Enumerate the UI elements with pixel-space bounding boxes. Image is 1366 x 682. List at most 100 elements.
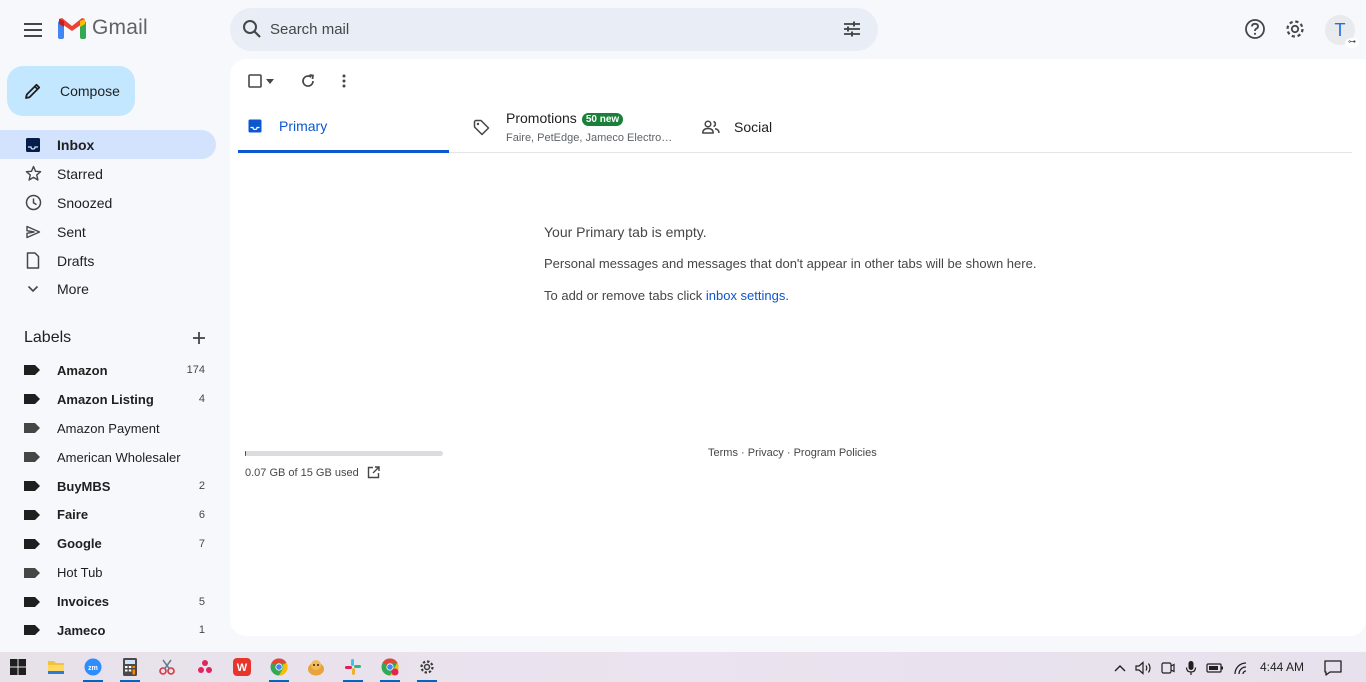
taskbar-wps-office[interactable]: W (231, 656, 253, 678)
search-icon[interactable] (242, 19, 262, 39)
sidebar-item-starred[interactable]: Starred (0, 159, 216, 188)
label-name: BuyMBS (57, 478, 111, 494)
label-item-hot-tub[interactable]: Hot Tub (0, 558, 216, 587)
empty-state: Your Primary tab is empty. Personal mess… (544, 224, 1104, 303)
label-item-amazon-listing[interactable]: Amazon Listing 4 (0, 385, 216, 414)
top-bar: Gmail T ⊶ (0, 0, 1366, 58)
microphone-icon (1185, 661, 1197, 675)
wps-office-icon: W (233, 658, 251, 676)
terms-link[interactable]: Terms (708, 447, 738, 459)
sidebar-item-snoozed[interactable]: Snoozed (0, 188, 216, 217)
label-item-faire[interactable]: Faire 6 (0, 500, 216, 529)
notifications-button[interactable] (1323, 659, 1343, 677)
tab-promotions[interactable]: Promotions 50 new Faire, PetEdge, Jameco … (471, 101, 681, 153)
search-input[interactable] (270, 8, 830, 51)
main-menu-button[interactable] (18, 15, 48, 45)
label-name: American Wholesaler (57, 449, 181, 465)
tab-label: Promotions (506, 110, 577, 126)
battery-icon (1206, 663, 1223, 673)
storage-progress-fill (245, 451, 246, 456)
chrome-profile-icon (381, 658, 399, 676)
label-count: 2 (198, 480, 205, 492)
footer-separator: · (737, 447, 748, 459)
add-label-icon[interactable] (192, 331, 206, 345)
label-item-amazon-payment[interactable]: Amazon Payment (0, 414, 216, 443)
camera-icon (1161, 662, 1175, 674)
label-item-invoices[interactable]: Invoices 5 (0, 587, 216, 616)
label-tag-icon (24, 538, 40, 549)
tab-primary[interactable]: Primary (238, 101, 449, 153)
chevron-up-icon (1114, 664, 1126, 671)
label-count: 4 (198, 393, 205, 406)
label-item-google[interactable]: Google 7 (0, 529, 216, 558)
microphone-status[interactable] (1182, 659, 1200, 677)
avatar-badge-icon: ⊶ (1345, 38, 1359, 48)
camera-status[interactable] (1159, 659, 1177, 677)
taskbar-settings[interactable] (416, 656, 438, 682)
start-button[interactable] (7, 656, 29, 678)
sidebar-item-label: Inbox (57, 136, 95, 153)
sidebar-item-drafts[interactable]: Drafts (0, 246, 216, 275)
red-app-icon (198, 660, 212, 673)
checkbox-icon (248, 74, 262, 88)
calculator-icon (123, 658, 137, 676)
taskbar-slack[interactable] (342, 656, 364, 682)
volume-button[interactable] (1134, 659, 1154, 677)
search-bar[interactable] (230, 8, 878, 51)
label-name: Google (57, 536, 102, 552)
settings-gear-icon[interactable] (1284, 18, 1306, 40)
select-options-dropdown[interactable] (263, 70, 277, 92)
taskbar-snipping-tool[interactable] (156, 656, 178, 678)
taskbar-app-red[interactable] (194, 656, 216, 678)
tab-social[interactable]: Social (700, 101, 900, 153)
taskbar-file-explorer[interactable] (45, 656, 67, 678)
windows-taskbar: zm W 4:44 AM (0, 652, 1366, 682)
account-avatar[interactable]: T ⊶ (1325, 15, 1359, 48)
label-item-amazon[interactable]: Amazon 174 (0, 356, 216, 385)
settings-app-icon (420, 660, 434, 674)
refresh-button[interactable] (297, 70, 319, 92)
label-item-buymbs[interactable]: BuyMBS 2 (0, 472, 216, 501)
help-icon[interactable] (1244, 18, 1266, 40)
privacy-link[interactable]: Privacy (748, 447, 784, 459)
battery-status[interactable] (1205, 659, 1225, 677)
taskbar-chrome[interactable] (268, 656, 290, 682)
sidebar-item-inbox[interactable]: Inbox (0, 130, 216, 159)
gmail-logo-text: Gmail (92, 16, 148, 39)
label-item-jameco[interactable]: Jameco 1 (0, 616, 216, 645)
taskbar-app-mascot[interactable] (305, 656, 327, 678)
program-policies-link[interactable]: Program Policies (794, 447, 877, 459)
open-in-new-icon[interactable] (367, 466, 380, 479)
more-actions-button[interactable] (333, 70, 355, 92)
compose-button[interactable]: Compose (7, 66, 135, 116)
taskbar-clock[interactable]: 4:44 AM (1260, 660, 1304, 674)
refresh-icon (302, 74, 314, 87)
taskbar-calculator[interactable] (119, 656, 141, 682)
avatar-letter: T (1334, 19, 1346, 40)
label-count: 174 (186, 364, 205, 377)
footer-separator: · (783, 447, 794, 459)
inbox-settings-link[interactable]: inbox settings (706, 288, 786, 303)
storage-text: 0.07 GB of 15 GB used (245, 466, 359, 479)
label-item-american-wholesaler[interactable]: American Wholesaler (0, 443, 216, 472)
taskbar-chrome-profile[interactable] (379, 656, 401, 682)
taskbar-zoom[interactable]: zm (82, 656, 104, 682)
wifi-status[interactable] (1231, 659, 1251, 677)
clock-icon (25, 194, 41, 211)
new-count-badge: 50 new (581, 113, 624, 126)
caret-down-icon (266, 78, 274, 84)
star-icon (25, 165, 41, 181)
empty-state-description: Personal messages and messages that don'… (544, 256, 1037, 271)
label-tag-icon (24, 567, 40, 578)
windows-logo-icon (10, 659, 26, 675)
sidebar-item-sent[interactable]: Sent (0, 217, 216, 246)
svg-text:zm: zm (88, 665, 98, 672)
sidebar-item-more[interactable]: More (0, 275, 216, 303)
label-name: Jameco (57, 622, 106, 638)
search-options-icon[interactable] (842, 19, 862, 39)
tab-senders-preview: Faire, PetEdge, Jameco Electro… (506, 132, 673, 144)
slack-icon (345, 659, 361, 675)
show-hidden-icons-button[interactable] (1111, 659, 1129, 677)
gmail-logo[interactable]: Gmail (58, 16, 148, 40)
storage-usage: 0.07 GB of 15 GB used (245, 451, 443, 479)
